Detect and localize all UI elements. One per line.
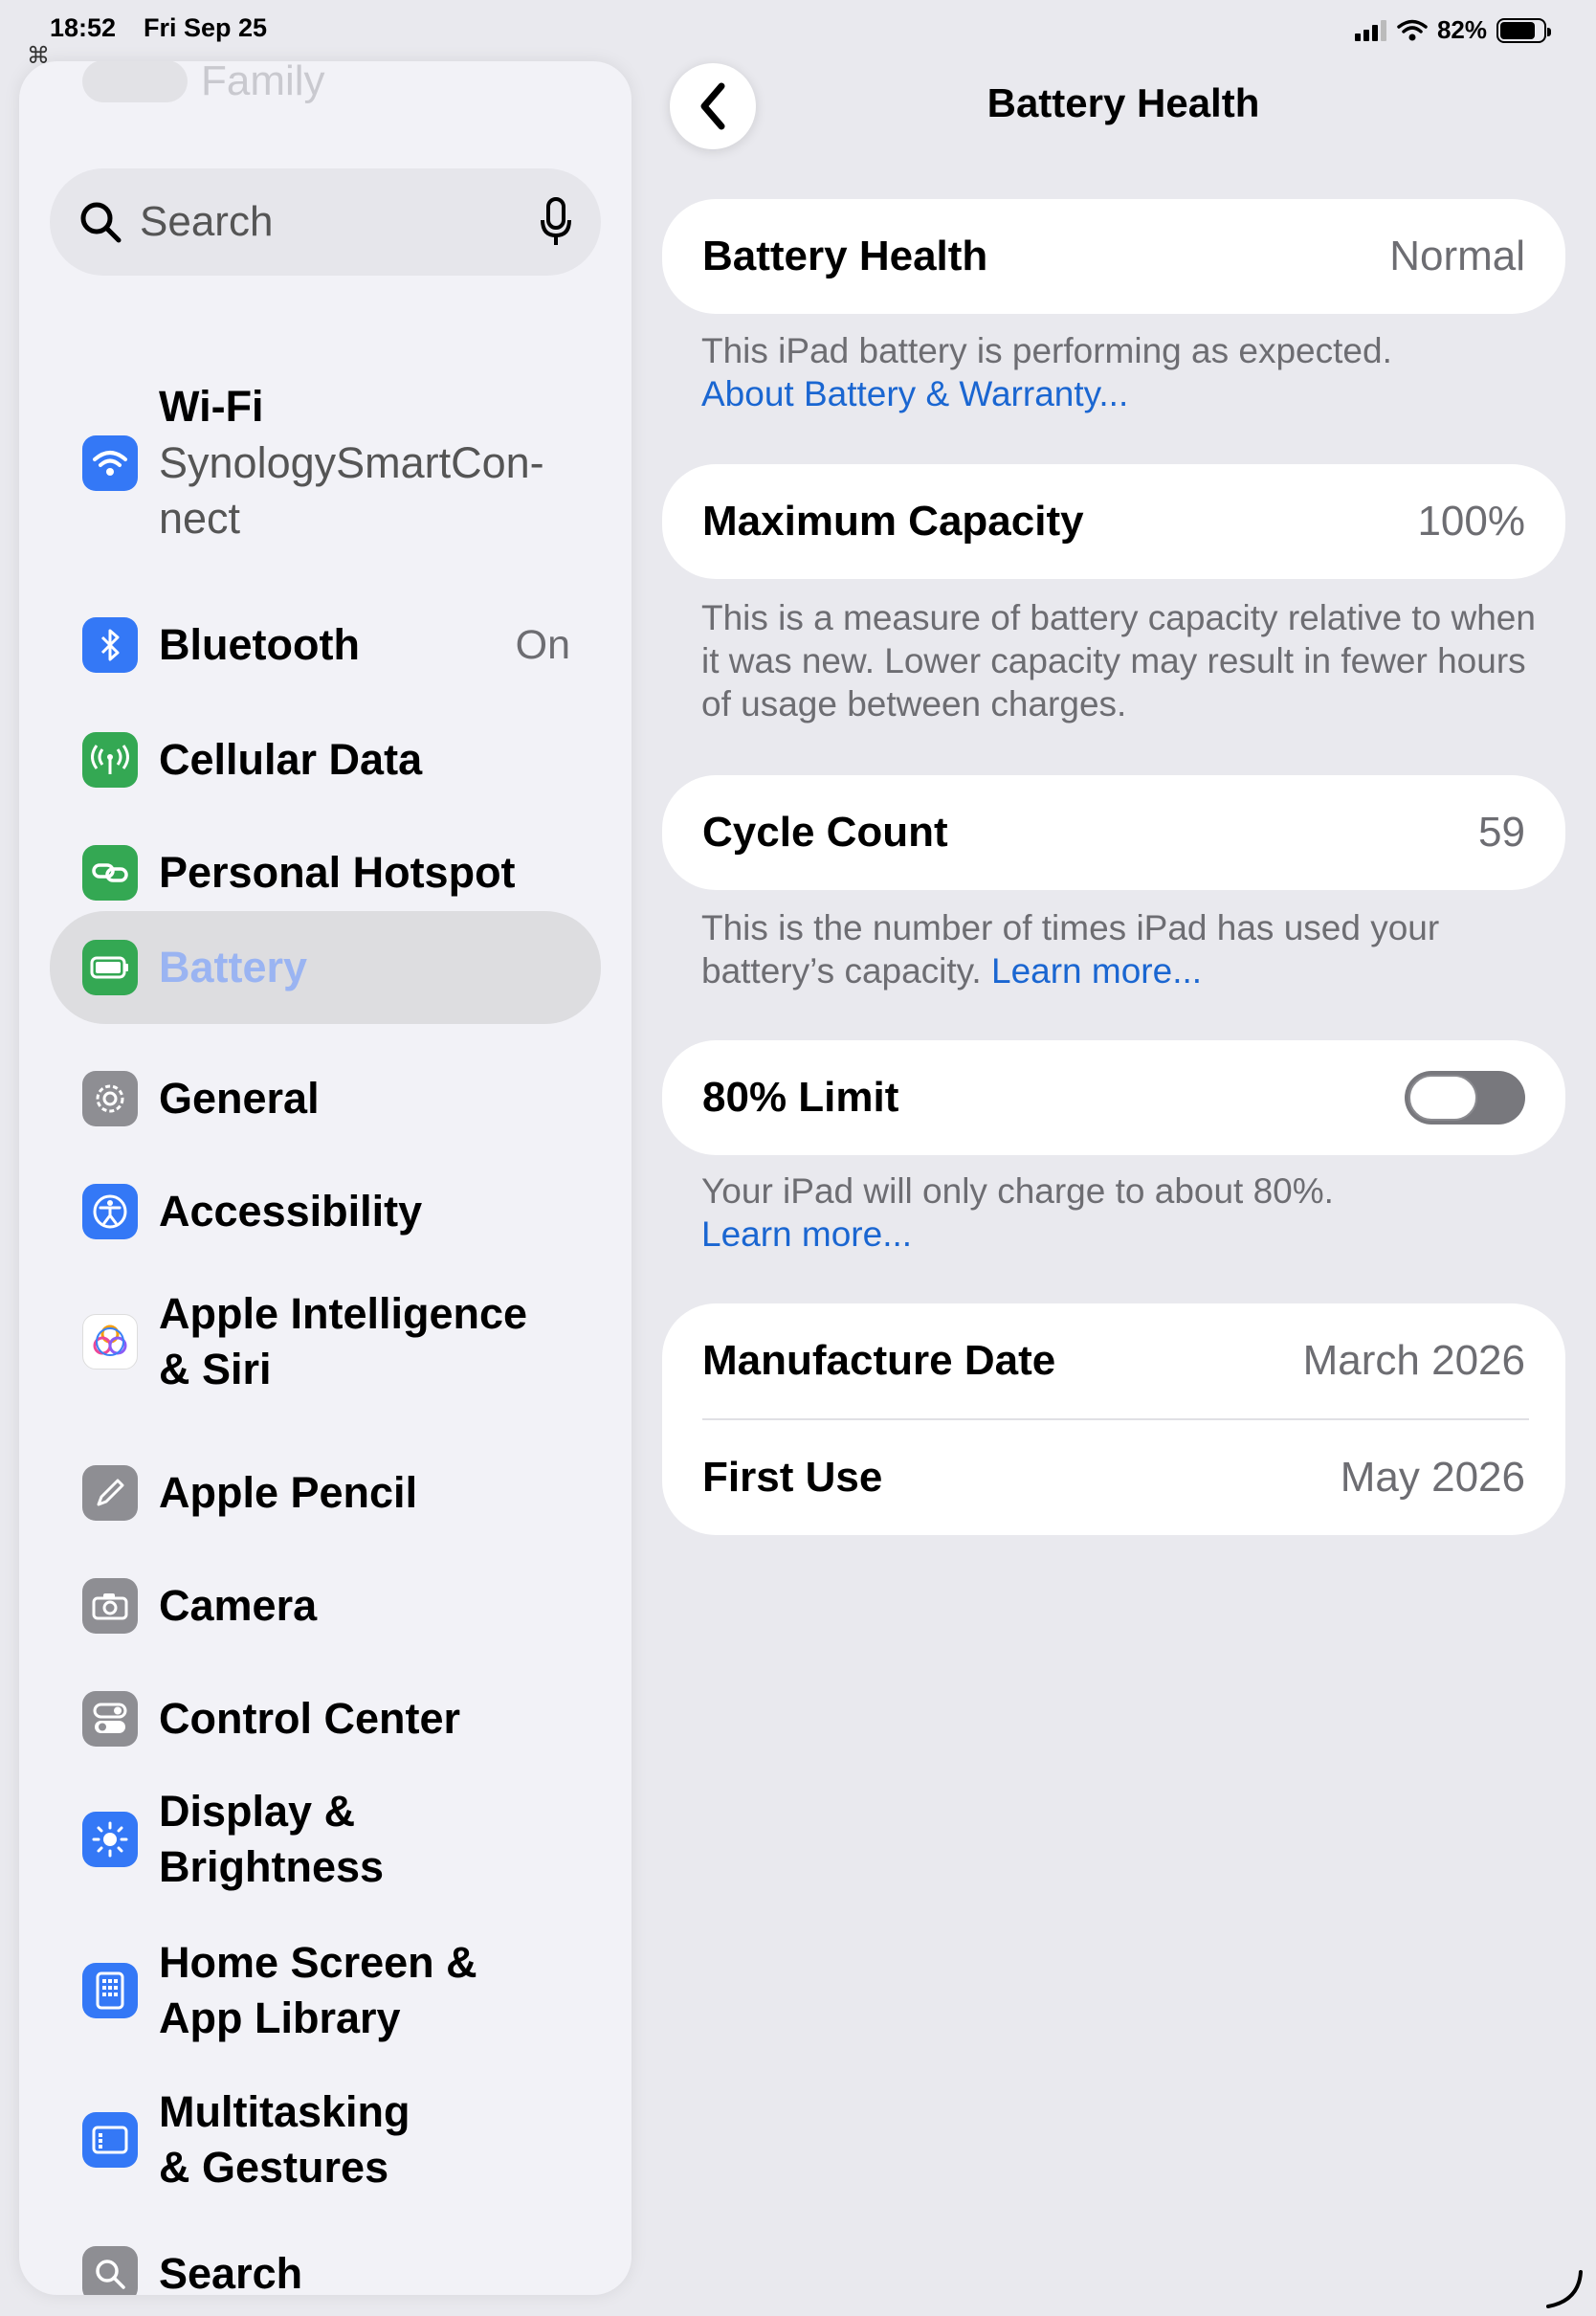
search-field[interactable]: Search — [50, 168, 601, 276]
apple-intelligence-icon — [82, 1314, 138, 1370]
about-battery-warranty-link[interactable]: About Battery & Warranty... — [701, 372, 1543, 415]
sidebar-item-label: Control Center — [159, 1693, 460, 1743]
limit-learn-more-link[interactable]: Learn more... — [701, 1213, 1543, 1256]
bluetooth-icon — [82, 617, 138, 673]
battery-health-note: This iPad battery is performing as expec… — [701, 329, 1543, 415]
sidebar-item-wi-fi[interactable]: Wi-Fi SynologySmartCon- nect — [50, 367, 601, 559]
resize-corner-icon[interactable] — [1542, 2268, 1585, 2310]
cycle-count-learn-more-link[interactable]: Learn more... — [991, 951, 1202, 991]
sidebar-item-subtitle: SynologySmartCon- nect — [159, 437, 544, 544]
sidebar-item-label: Camera — [159, 1580, 318, 1630]
sidebar-item-accessibility[interactable]: Accessibility — [50, 1164, 601, 1259]
page-title: Battery Health — [986, 80, 1260, 125]
battery-percent: 82% — [1436, 15, 1487, 44]
sidebar-item-label: Wi-Fi — [159, 382, 264, 432]
sidebar-item-bluetooth[interactable]: Bluetooth On — [50, 597, 601, 693]
status-time: 18:52 — [50, 13, 117, 42]
sidebar-item-personal-hotspot[interactable]: Personal Hotspot — [50, 825, 601, 921]
battery-health-note-text: This iPad battery is performing as expec… — [701, 331, 1392, 370]
sidebar-item-text: Wi-Fi SynologySmartCon- nect — [159, 379, 544, 547]
battery-health-label: Battery Health — [702, 233, 988, 279]
limit-note-text: Your iPad will only charge to about 80%. — [701, 1171, 1334, 1211]
limit-toggle[interactable] — [1405, 1071, 1525, 1125]
sidebar-item-display[interactable]: Display & Brightness — [50, 1772, 601, 1906]
battery-health-value: Normal — [1389, 233, 1525, 279]
pencil-icon — [82, 1465, 138, 1521]
search-icon — [80, 202, 122, 243]
sidebar-item-apple-intelligence[interactable]: Apple Intelligence & Siri — [50, 1275, 601, 1409]
home-screen-icon — [82, 1963, 138, 2018]
status-date: Fri Sep 25 — [144, 13, 268, 42]
back-button[interactable] — [670, 63, 756, 149]
cycle-count-value: 59 — [1478, 809, 1525, 856]
camera-icon — [82, 1578, 138, 1634]
max-capacity-note: This is a measure of battery capacity re… — [701, 598, 1536, 724]
max-capacity-value: 100% — [1417, 498, 1525, 545]
sidebar-item-label: General — [159, 1073, 320, 1123]
max-capacity-card: Maximum Capacity 100% — [662, 464, 1565, 579]
manufacture-date-value: March 2026 — [1302, 1337, 1525, 1384]
family-label: Family — [201, 61, 325, 104]
family-row[interactable]: Family — [82, 61, 325, 105]
cycle-count-label: Cycle Count — [702, 809, 948, 856]
toggles-icon — [82, 1691, 138, 1747]
sidebar-item-battery[interactable]: Battery — [50, 911, 601, 1024]
chevron-left-icon — [700, 82, 725, 130]
sidebar-item-label: Personal Hotspot — [159, 847, 516, 897]
battery-icon — [82, 940, 138, 995]
sidebar-item-label: Apple Pencil — [159, 1467, 418, 1517]
sidebar-item-label: Display & Brightness — [159, 1786, 385, 1892]
multitasking-icon — [82, 2112, 138, 2168]
sidebar-item-label: Apple Intelligence & Siri — [159, 1288, 528, 1394]
battery-level-fill — [1500, 21, 1536, 39]
sidebar-item-search[interactable]: Search — [50, 2226, 601, 2295]
sidebar-item-label: Home Screen & App Library — [159, 1937, 477, 2043]
sidebar-item-control-center[interactable]: Control Center — [50, 1671, 601, 1767]
sidebar-item-label: Accessibility — [159, 1186, 423, 1236]
sidebar-item-label: Bluetooth — [159, 619, 360, 669]
status-right: 82% — [1354, 15, 1551, 45]
sidebar-item-general[interactable]: General — [50, 1051, 601, 1147]
limit-toggle-knob — [1408, 1075, 1477, 1121]
sidebar-item-value: On — [515, 621, 570, 668]
sun-icon — [82, 1812, 138, 1867]
limit-label: 80% Limit — [702, 1074, 899, 1121]
search-placeholder: Search — [140, 198, 274, 245]
gear-icon — [82, 1071, 138, 1126]
sidebar-item-multitasking[interactable]: Multitasking & Gestures — [50, 2073, 601, 2207]
first-use-label: First Use — [702, 1454, 883, 1501]
wifi-icon — [82, 435, 138, 491]
sidebar-item-label: Multitasking & Gestures — [159, 2086, 410, 2193]
settings-screen: ⌘ 18:52 Fri Sep 25 82% Family Search Wi-… — [0, 0, 1596, 2316]
first-use-value: May 2026 — [1340, 1454, 1525, 1501]
dates-card: Manufacture Date March 2026 First Use Ma… — [662, 1303, 1565, 1535]
sidebar-item-apple-pencil[interactable]: Apple Pencil — [50, 1445, 601, 1541]
cycle-count-note: This is the number of times iPad has use… — [701, 906, 1543, 992]
sidebar-item-home-screen[interactable]: Home Screen & App Library — [50, 1924, 601, 2058]
link-icon — [82, 845, 138, 901]
manufacture-date-label: Manufacture Date — [702, 1337, 1056, 1384]
limit-note: Your iPad will only charge to about 80%.… — [701, 1169, 1543, 1256]
battery-health-card: Battery Health Normal — [662, 199, 1565, 314]
sidebar-item-camera[interactable]: Camera — [50, 1558, 601, 1654]
accessibility-icon — [82, 1184, 138, 1239]
antenna-icon — [82, 732, 138, 788]
search-icon — [82, 2246, 138, 2295]
sidebar-item-label: Cellular Data — [159, 734, 423, 784]
microphone-icon[interactable] — [540, 197, 572, 247]
wifi-status-icon — [1397, 19, 1428, 40]
sidebar-item-label: Search — [159, 2248, 303, 2295]
sidebar-item-cellular-data[interactable]: Cellular Data — [50, 712, 601, 808]
sidebar-item-label: Battery — [159, 942, 308, 991]
limit-card: 80% Limit — [662, 1040, 1565, 1155]
max-capacity-label: Maximum Capacity — [702, 498, 1084, 545]
cycle-count-card: Cycle Count 59 — [662, 775, 1565, 890]
battery-status-icon — [1496, 17, 1551, 43]
cellular-signal-icon — [1354, 19, 1386, 41]
family-avatars — [82, 61, 188, 102]
sidebar[interactable]: Family Search Wi-Fi SynologySmartCon- nec… — [19, 61, 632, 2295]
